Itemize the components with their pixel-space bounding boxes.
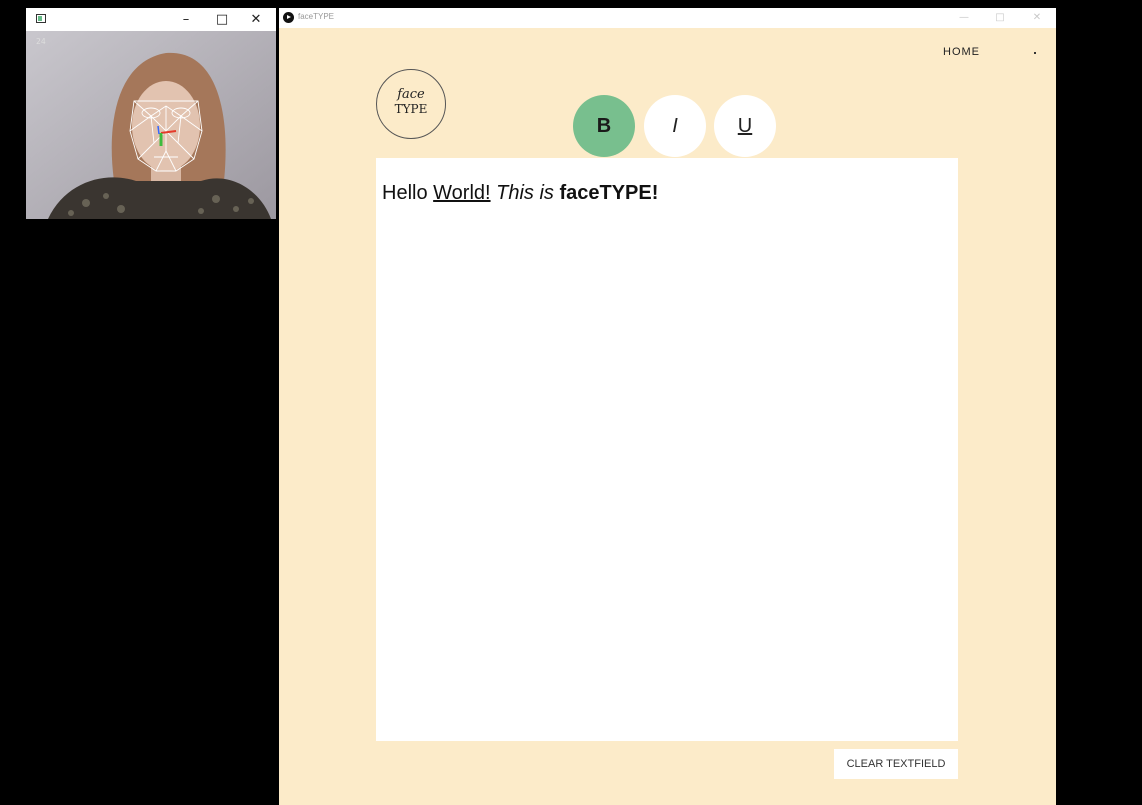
clear-textfield-button[interactable]: CLEAR TEXTFIELD bbox=[834, 749, 958, 779]
webcam-maximize-button[interactable]: □ bbox=[207, 8, 237, 31]
nav-home-link[interactable]: HOME bbox=[943, 46, 980, 58]
app-titlebar[interactable]: faceTYPE — □ ✕ bbox=[279, 8, 1056, 28]
fps-counter: 24 bbox=[36, 37, 46, 46]
text-segment-underlined: World! bbox=[433, 182, 491, 204]
webcam-minimize-button[interactable]: – bbox=[171, 8, 201, 31]
app-icon bbox=[283, 12, 294, 23]
app-close-button[interactable]: ✕ bbox=[1022, 8, 1052, 28]
menu-dot-icon[interactable] bbox=[1034, 52, 1036, 54]
app-minimize-button[interactable]: — bbox=[949, 8, 979, 28]
facetype-window: faceTYPE — □ ✕ HOME face TYPE B I U Hell… bbox=[279, 8, 1056, 805]
text-segment-plain: Hello bbox=[382, 182, 434, 204]
logo-line-type: TYPE bbox=[394, 102, 428, 116]
webcam-video-image bbox=[26, 31, 276, 219]
webcam-close-button[interactable]: ✕ bbox=[241, 8, 271, 31]
app-maximize-button[interactable]: □ bbox=[985, 8, 1015, 28]
text-segment-bold: faceTYPE! bbox=[559, 182, 659, 204]
underline-button[interactable]: U bbox=[714, 95, 776, 157]
bold-button[interactable]: B bbox=[573, 95, 635, 157]
webcam-feed: 24 bbox=[26, 31, 276, 219]
window-app-icon bbox=[36, 14, 46, 23]
webcam-titlebar[interactable]: – □ ✕ bbox=[26, 8, 276, 31]
text-field[interactable]: Hello World! This is faceTYPE! bbox=[376, 158, 958, 741]
facetype-logo: face TYPE bbox=[376, 69, 446, 139]
webcam-window: – □ ✕ 24 bbox=[26, 8, 276, 219]
italic-button[interactable]: I bbox=[644, 95, 706, 157]
logo-line-face: face bbox=[397, 87, 425, 102]
text-segment-italic: This is bbox=[490, 182, 560, 204]
window-title: faceTYPE bbox=[298, 12, 335, 21]
